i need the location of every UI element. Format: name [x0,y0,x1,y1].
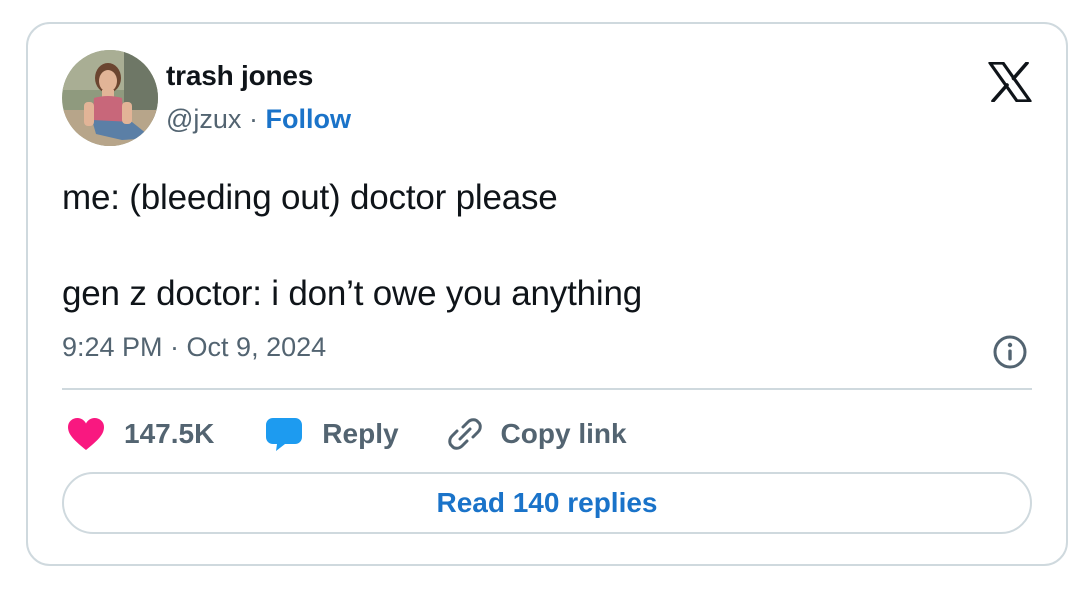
avatar[interactable] [62,50,158,146]
heart-icon [66,414,106,454]
avatar-photo [62,50,158,146]
action-bar: 147.5K Reply Copy link [66,412,627,456]
like-count: 147.5K [124,418,215,449]
tweet-line: gen z doctor: i don’t owe you anything [62,274,643,313]
follow-button[interactable]: Follow [265,104,350,134]
tweet-text: me: (bleeding out) doctor please gen z d… [62,174,642,318]
tweet-line: me: (bleeding out) doctor please [62,178,558,217]
copy-link-button[interactable]: Copy link [445,414,627,454]
author-handle-line: @jzux · Follow [166,104,351,135]
like-button[interactable]: 147.5K [66,414,214,454]
x-logo-icon[interactable] [988,61,1032,103]
reply-button[interactable]: Reply [264,414,399,454]
tweet-card: trash jones @jzux · Follow me: (bleeding… [26,22,1068,566]
read-replies-button[interactable]: Read 140 replies [62,472,1032,534]
speech-bubble-icon [264,414,304,454]
info-icon[interactable] [992,334,1028,370]
reply-label: Reply [322,418,399,449]
copy-link-label: Copy link [500,418,627,449]
tweet-timestamp[interactable]: 9:24 PM · Oct 9, 2024 [62,332,326,363]
link-icon [445,414,485,454]
author-handle[interactable]: @jzux [166,104,241,134]
tweet-line-break [62,222,642,270]
handle-separator: · [248,104,258,134]
author-name[interactable]: trash jones [166,60,313,92]
divider [62,388,1032,390]
